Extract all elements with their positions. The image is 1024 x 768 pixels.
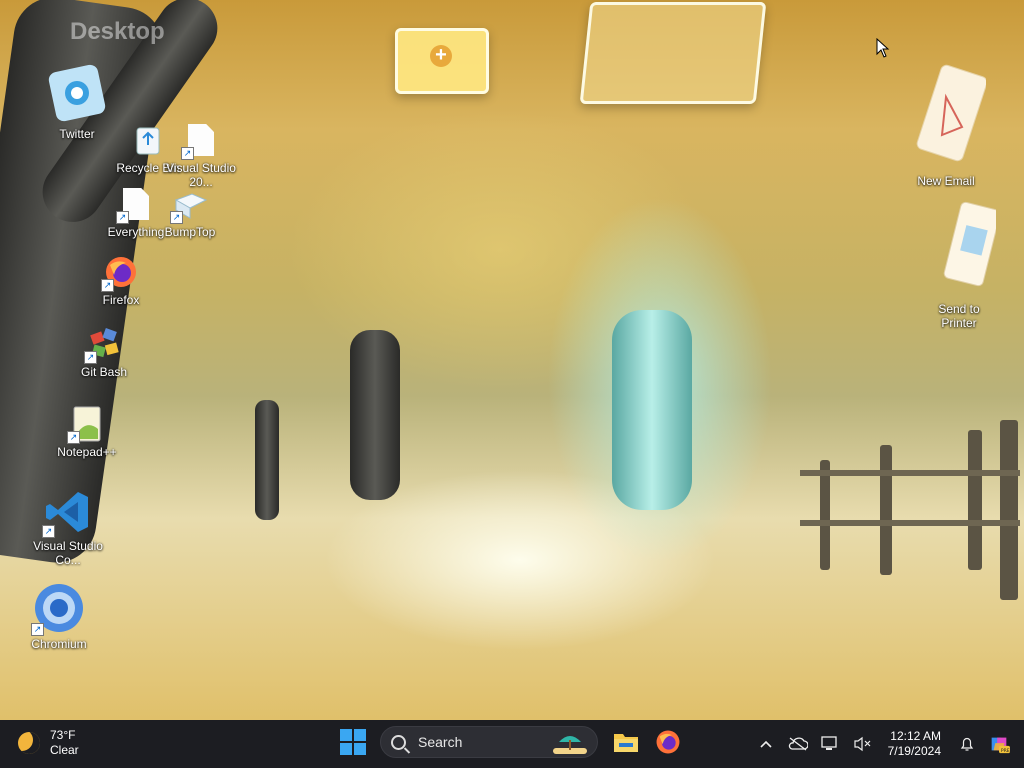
icon-label: Visual Studio Co... [33, 539, 103, 567]
icon-label: Git Bash [80, 365, 128, 379]
search-placeholder: Search [418, 734, 463, 750]
icon-new-email[interactable]: New Email [906, 52, 986, 188]
plus-icon: + [430, 45, 452, 67]
beach-umbrella-icon [553, 736, 587, 754]
icon-label: BumpTop [164, 225, 216, 239]
email-icon [906, 52, 986, 182]
notepad-icon: ↗ [67, 406, 105, 444]
desktop-background[interactable]: Desktop + Twitter Recycle Bin ↗ Visual S… [0, 0, 1024, 720]
tree-trunk-center [350, 330, 400, 500]
printer-icon [922, 196, 996, 298]
icon-chromium[interactable]: ↗ Chromium [22, 582, 96, 651]
icon-label: Visual Studio 20... [166, 161, 236, 189]
icon-notepad-plus-plus[interactable]: ↗ Notepad++ [50, 406, 124, 459]
weather-condition: Clear [50, 743, 79, 757]
taskbar: 73°F Clear Search 12:12 AM 7/19/2024 PRE [0, 720, 1024, 768]
volume-muted-icon[interactable] [851, 733, 873, 755]
bumptop-card-plus[interactable]: + [395, 28, 489, 94]
weather-widget[interactable]: 73°F Clear [18, 728, 79, 758]
svg-text:PRE: PRE [1001, 748, 1010, 754]
fence-rail [800, 470, 1020, 476]
icon-label: Twitter [59, 127, 95, 141]
mouse-cursor [876, 37, 890, 63]
taskbar-center: Search [340, 726, 682, 758]
document-icon: ↗ [116, 186, 154, 224]
fence-post [880, 445, 892, 575]
document-icon: ↗ [181, 122, 219, 160]
firefox-taskbar-icon[interactable] [654, 728, 682, 756]
fence-post [1000, 420, 1018, 600]
weather-temp: 73°F [50, 728, 76, 742]
search-icon [391, 734, 406, 750]
git-bash-icon: ↗ [84, 326, 122, 364]
icon-label: Chromium [31, 637, 87, 651]
desktop-title: Desktop [70, 18, 165, 45]
fence-post [820, 460, 830, 570]
firefox-icon: ↗ [101, 254, 139, 292]
search-input[interactable]: Search [380, 726, 598, 758]
clock-date: 7/19/2024 [887, 744, 941, 758]
windows-start-icon[interactable] [340, 729, 366, 755]
icon-bumptop[interactable]: ↗ BumpTop [153, 186, 227, 239]
tree-trunk-mid [255, 400, 279, 520]
icon-twitter[interactable]: Twitter [40, 62, 114, 141]
icon-send-to-printer[interactable]: Send to Printer [922, 196, 996, 330]
network-icon[interactable] [819, 733, 841, 755]
icon-visual-studio[interactable]: ↗ Visual Studio 20... [164, 122, 238, 189]
icon-label: Send to Printer [938, 302, 980, 330]
chevron-up-icon[interactable] [755, 733, 777, 755]
chromium-icon: ↗ [31, 582, 85, 636]
clock[interactable]: 12:12 AM 7/19/2024 [888, 729, 941, 759]
icon-label: Firefox [102, 293, 140, 307]
bumptop-card-photo[interactable] [579, 2, 767, 104]
bumptop-icon: ↗ [170, 186, 208, 224]
icon-git-bash[interactable]: ↗ Git Bash [67, 326, 141, 379]
fence-rail [800, 520, 1020, 526]
copilot-icon[interactable]: PRE [988, 733, 1010, 755]
icon-firefox[interactable]: ↗ Firefox [84, 254, 158, 307]
fence-post [968, 430, 982, 570]
vscode-icon: ↗ [42, 488, 92, 538]
notification-bell-icon[interactable] [956, 733, 978, 755]
twitter-icon [46, 62, 108, 124]
system-tray: 12:12 AM 7/19/2024 PRE [750, 720, 1024, 768]
moon-icon [18, 732, 40, 754]
cloud-offline-icon[interactable] [787, 733, 809, 755]
clock-time: 12:12 AM [890, 729, 941, 743]
icon-vscode[interactable]: ↗ Visual Studio Co... [31, 488, 105, 567]
tree-trunk-right [612, 310, 692, 510]
recycle-bin-icon [130, 122, 166, 158]
file-explorer-icon[interactable] [612, 728, 640, 756]
icon-label: Notepad++ [57, 445, 117, 459]
